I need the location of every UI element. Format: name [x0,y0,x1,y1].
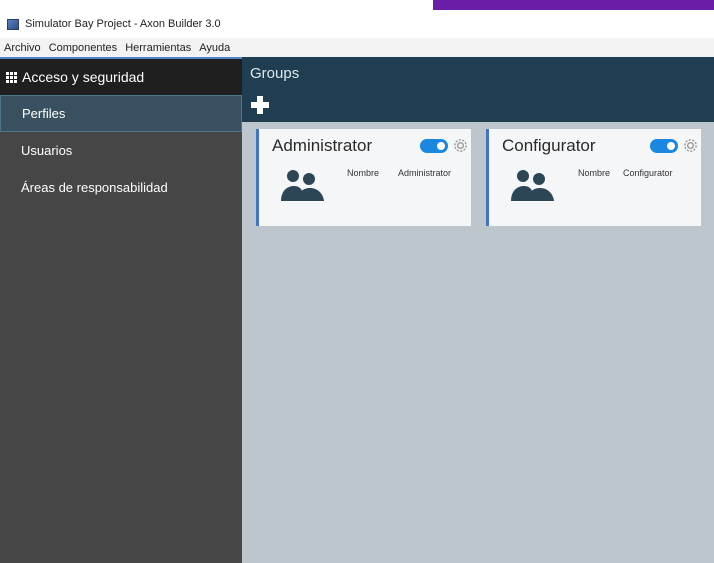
grid-icon [6,71,17,83]
sidebar-item-usuarios[interactable]: Usuarios [0,132,242,169]
field-label: Nombre [347,168,380,178]
group-card-administrator[interactable]: Administrator Nombre Administrator [256,129,471,226]
gear-icon[interactable] [452,137,469,154]
sidebar-item-areas[interactable]: Áreas de responsabilidad [0,169,242,206]
title-bar-filler [433,10,714,38]
users-icon [281,170,324,201]
gear-icon[interactable] [682,137,699,154]
sidebar-item-label: Usuarios [21,143,73,158]
users-icon [511,170,554,201]
group-card-configurator[interactable]: Configurator Nombre Configurator [486,129,701,226]
sidebar-header[interactable]: Acceso y seguridad [0,59,242,95]
sidebar-item-perfiles[interactable]: Perfiles [0,95,242,132]
menu-ayuda[interactable]: Ayuda [199,42,230,54]
sidebar-item-label: Perfiles [22,106,66,121]
sidebar-header-label: Acceso y seguridad [22,69,145,85]
toggle-icon[interactable] [650,139,678,153]
menu-bar: Archivo Componentes Herramientas Ayuda [0,38,714,57]
sidebar: Acceso y seguridad Perfiles Usuarios Áre… [0,59,242,563]
menu-archivo[interactable]: Archivo [4,42,41,54]
main-header: Groups [242,57,714,122]
app-icon [7,18,19,30]
title-bar: Simulator Bay Project - Axon Builder 3.0 [0,10,433,38]
menu-componentes[interactable]: Componentes [49,42,118,54]
card-title: Administrator [272,136,373,155]
sidebar-item-label: Áreas de responsabilidad [21,180,168,195]
background-accent [433,0,714,10]
menu-herramientas[interactable]: Herramientas [125,42,191,54]
toggle-icon[interactable] [420,139,448,153]
main-panel: Groups Administrator Nombre Administrato… [242,57,714,563]
add-icon[interactable] [250,95,270,115]
field-value: Configurator [623,168,673,178]
field-label: Nombre [578,168,611,178]
card-title: Configurator [502,136,596,155]
window-title: Simulator Bay Project - Axon Builder 3.0 [25,18,221,30]
page-title: Groups [250,65,300,82]
field-value: Administrator [398,168,452,178]
